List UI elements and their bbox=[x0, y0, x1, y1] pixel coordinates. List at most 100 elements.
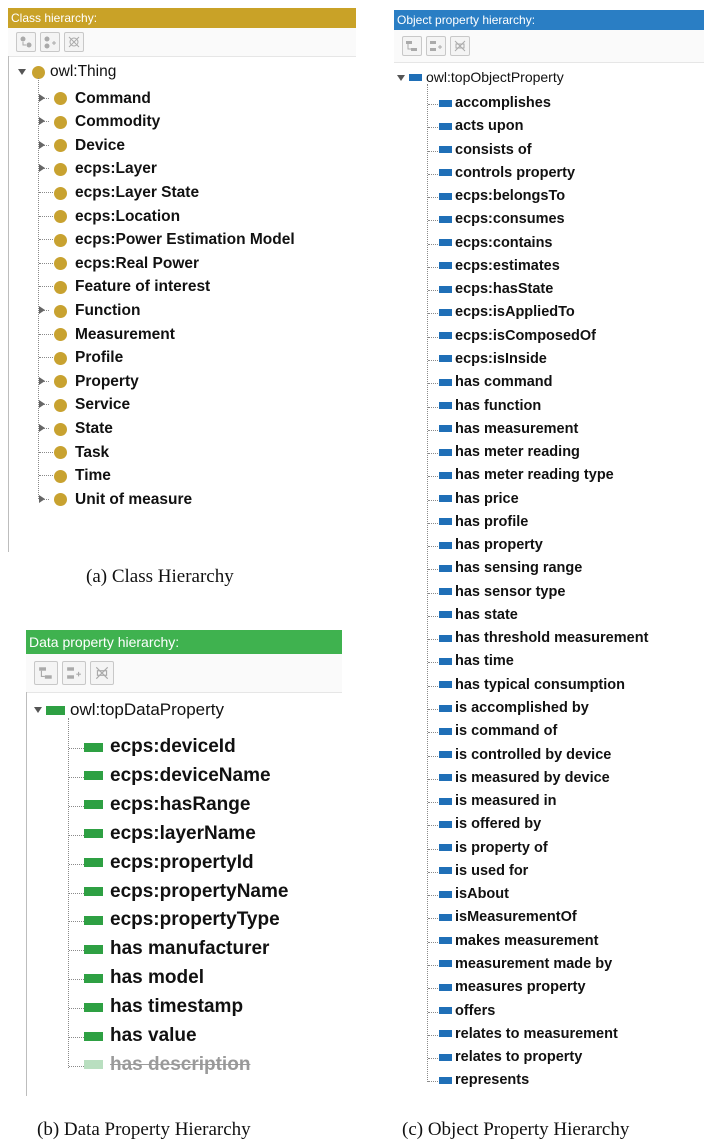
delete-property-button[interactable] bbox=[450, 36, 470, 56]
tree-item-class[interactable]: ecps:Power Estimation Model bbox=[54, 231, 295, 249]
expand-arrow-icon[interactable] bbox=[39, 164, 45, 173]
object-property-label: represents bbox=[455, 1072, 530, 1089]
tree-item-object-property[interactable]: has meter reading bbox=[439, 444, 580, 460]
tree-item-object-property[interactable]: has state bbox=[439, 607, 518, 623]
tree-item-class[interactable]: Commodity bbox=[54, 113, 160, 131]
tree-item-object-property[interactable]: is controlled by device bbox=[439, 747, 611, 763]
tree-item-object-property[interactable]: acts upon bbox=[439, 118, 523, 134]
add-sibling-property-button[interactable] bbox=[426, 36, 446, 56]
tree-item-object-property[interactable]: ecps:belongsTo bbox=[439, 188, 565, 204]
tree-item-object-property[interactable]: has sensing range bbox=[439, 560, 582, 576]
tree-item-object-property[interactable]: has sensor type bbox=[439, 584, 565, 600]
tree-item-object-property[interactable]: is property of bbox=[439, 840, 548, 856]
tree-item-object-property[interactable]: ecps:contains bbox=[439, 235, 553, 251]
tree-item-data-property[interactable]: ecps:propertyId bbox=[84, 852, 254, 874]
tree-item-object-property[interactable]: isAbout bbox=[439, 886, 509, 902]
tree-item-object-property[interactable]: has profile bbox=[439, 514, 528, 530]
tree-item-class[interactable]: ecps:Layer State bbox=[54, 184, 199, 202]
tree-item-data-property[interactable]: has description bbox=[84, 1054, 250, 1076]
tree-item-data-property[interactable]: ecps:propertyName bbox=[84, 881, 288, 903]
tree-item-object-property[interactable]: relates to measurement bbox=[439, 1026, 618, 1042]
tree-item-class[interactable]: ecps:Layer bbox=[54, 160, 157, 178]
expand-arrow-icon[interactable] bbox=[39, 424, 45, 432]
collapse-arrow-icon[interactable] bbox=[18, 69, 26, 75]
tree-item-class[interactable]: Task bbox=[54, 444, 109, 462]
tree-item-object-property[interactable]: accomplishes bbox=[439, 95, 551, 111]
tree-root-node[interactable]: owl:topObjectProperty bbox=[409, 69, 564, 85]
tree-item-data-property[interactable]: has model bbox=[84, 967, 204, 989]
tree-item-object-property[interactable]: isMeasurementOf bbox=[439, 909, 577, 925]
tree-item-object-property[interactable]: has time bbox=[439, 653, 514, 669]
tree-item-object-property[interactable]: ecps:estimates bbox=[439, 258, 560, 274]
object-property-label: isMeasurementOf bbox=[455, 909, 577, 926]
tree-item-class[interactable]: Function bbox=[54, 302, 140, 320]
tree-item-object-property[interactable]: ecps:isInside bbox=[439, 351, 547, 367]
tree-item-class[interactable]: Service bbox=[54, 396, 130, 414]
tree-root-node[interactable]: owl:Thing bbox=[32, 63, 116, 81]
tree-item-object-property[interactable]: ecps:isComposedOf bbox=[439, 328, 596, 344]
tree-item-object-property[interactable]: has function bbox=[439, 398, 541, 414]
add-subproperty-button[interactable] bbox=[34, 661, 58, 685]
tree-item-object-property[interactable]: measures property bbox=[439, 979, 586, 995]
expand-arrow-icon[interactable] bbox=[39, 117, 45, 126]
tree-item-class[interactable]: ecps:Real Power bbox=[54, 255, 199, 273]
expand-arrow-icon[interactable] bbox=[39, 93, 45, 102]
tree-item-object-property[interactable]: offers bbox=[439, 1003, 495, 1019]
tree-item-object-property[interactable]: is measured in bbox=[439, 793, 557, 809]
tree-item-object-property[interactable]: is command of bbox=[439, 723, 557, 739]
tree-item-object-property[interactable]: ecps:consumes bbox=[439, 211, 565, 227]
tree-item-data-property[interactable]: ecps:deviceName bbox=[84, 765, 271, 787]
add-sibling-class-button[interactable] bbox=[40, 32, 60, 52]
add-subclass-button[interactable] bbox=[16, 32, 36, 52]
tree-item-object-property[interactable]: ecps:isAppliedTo bbox=[439, 304, 575, 320]
tree-item-object-property[interactable]: makes measurement bbox=[439, 933, 598, 949]
expand-arrow-icon[interactable] bbox=[39, 140, 45, 149]
tree-item-class[interactable]: Command bbox=[54, 90, 151, 108]
tree-item-data-property[interactable]: ecps:layerName bbox=[84, 823, 256, 845]
delete-property-button[interactable] bbox=[90, 661, 114, 685]
tree-item-class[interactable]: Measurement bbox=[54, 326, 175, 344]
tree-item-data-property[interactable]: ecps:deviceId bbox=[84, 736, 236, 758]
delete-class-button[interactable] bbox=[64, 32, 84, 52]
tree-item-object-property[interactable]: has typical consumption bbox=[439, 677, 625, 693]
expand-arrow-icon[interactable] bbox=[39, 494, 45, 503]
tree-item-class[interactable]: Device bbox=[54, 137, 125, 155]
add-sibling-property-button[interactable] bbox=[62, 661, 86, 685]
tree-item-class[interactable]: Feature of interest bbox=[54, 278, 210, 296]
tree-item-object-property[interactable]: is used for bbox=[439, 863, 528, 879]
expand-arrow-icon[interactable] bbox=[39, 306, 45, 314]
tree-item-object-property[interactable]: represents bbox=[439, 1072, 529, 1088]
tree-item-object-property[interactable]: controls property bbox=[439, 165, 575, 181]
tree-item-object-property[interactable]: has threshold measurement bbox=[439, 630, 648, 646]
tree-item-object-property[interactable]: has meter reading type bbox=[439, 467, 614, 483]
tree-item-data-property[interactable]: has manufacturer bbox=[84, 938, 269, 960]
tree-item-object-property[interactable]: is accomplished by bbox=[439, 700, 589, 716]
tree-item-object-property[interactable]: has price bbox=[439, 491, 519, 507]
tree-item-class[interactable]: State bbox=[54, 420, 113, 438]
tree-item-object-property[interactable]: relates to property bbox=[439, 1049, 582, 1065]
tree-item-class[interactable]: ecps:Location bbox=[54, 208, 180, 226]
tree-item-object-property[interactable]: consists of bbox=[439, 142, 532, 158]
tree-item-object-property[interactable]: is offered by bbox=[439, 816, 541, 832]
collapse-arrow-icon[interactable] bbox=[34, 707, 42, 713]
tree-item-class[interactable]: Unit of measure bbox=[54, 491, 192, 509]
tree-item-object-property[interactable]: measurement made by bbox=[439, 956, 612, 972]
tree-item-class[interactable]: Profile bbox=[54, 349, 123, 367]
tree-item-data-property[interactable]: has timestamp bbox=[84, 996, 243, 1018]
collapse-arrow-icon[interactable] bbox=[397, 75, 405, 81]
tree-item-object-property[interactable]: has property bbox=[439, 537, 543, 553]
tree-item-class[interactable]: Property bbox=[54, 373, 139, 391]
tree-item-object-property[interactable]: has measurement bbox=[439, 421, 578, 437]
expand-arrow-icon[interactable] bbox=[39, 376, 45, 385]
tree-root-node[interactable]: owl:topDataProperty bbox=[46, 700, 224, 720]
data-property-icon bbox=[84, 1031, 103, 1041]
tree-item-data-property[interactable]: ecps:hasRange bbox=[84, 794, 250, 816]
tree-item-object-property[interactable]: ecps:hasState bbox=[439, 281, 553, 297]
tree-item-object-property[interactable]: has command bbox=[439, 374, 553, 390]
tree-item-data-property[interactable]: has value bbox=[84, 1025, 197, 1047]
tree-item-object-property[interactable]: is measured by device bbox=[439, 770, 610, 786]
expand-arrow-icon[interactable] bbox=[39, 400, 45, 409]
tree-item-class[interactable]: Time bbox=[54, 467, 111, 485]
add-subproperty-button[interactable] bbox=[402, 36, 422, 56]
tree-item-data-property[interactable]: ecps:propertyType bbox=[84, 909, 280, 931]
